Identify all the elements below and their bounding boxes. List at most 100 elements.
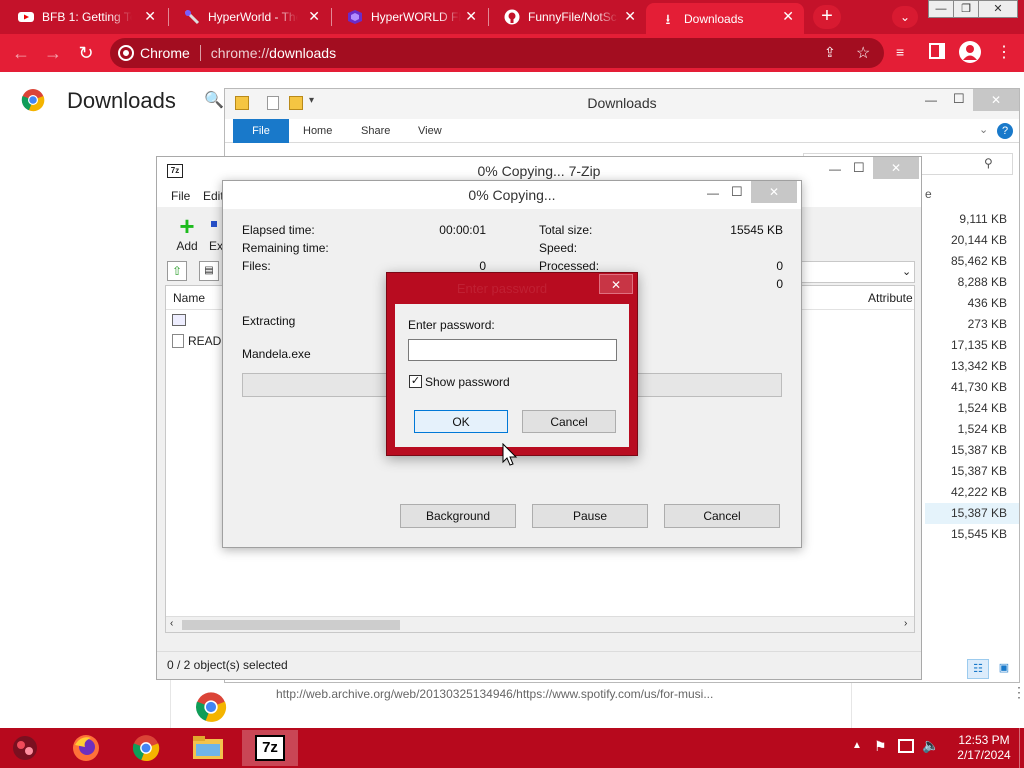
taskbar-7zip[interactable]: 7z (242, 730, 298, 766)
folder-list-icon[interactable]: ▤ (199, 261, 219, 281)
taskbar-chrome[interactable] (118, 730, 174, 766)
close-window-button[interactable]: ✕ (978, 0, 1018, 18)
volume-muted-icon[interactable]: 🔈 (922, 737, 939, 754)
size-column-header[interactable]: e (925, 187, 932, 201)
menu-file[interactable]: File (171, 189, 190, 203)
cancel-button[interactable]: Cancel (522, 410, 616, 433)
tab-share[interactable]: Share (361, 125, 390, 137)
search-icon[interactable]: 🔍 (204, 90, 224, 110)
extract-button[interactable]: Ext (209, 213, 223, 255)
large-icons-view-icon[interactable]: ▣ (993, 659, 1015, 679)
show-hidden-icons-chevron-icon[interactable]: ▲ (852, 740, 862, 751)
processed-label: Processed: (539, 259, 600, 273)
side-panel-icon[interactable] (929, 43, 945, 59)
size-cell: 17,135 KB (950, 338, 1007, 352)
taskbar-firefox[interactable] (58, 730, 114, 766)
scroll-right-icon[interactable]: › (904, 618, 907, 629)
ok-button[interactable]: OK (414, 410, 508, 433)
size-column: 9,111 KB 20,144 KB 85,462 KB 8,288 KB 43… (925, 209, 1019, 545)
cancel-button[interactable]: Cancel (664, 504, 780, 528)
ribbon-expand-chevron-icon[interactable]: ⌄ (979, 123, 988, 136)
column-attributes-header[interactable]: Attribute (868, 291, 913, 305)
column-name-header[interactable]: Name (173, 291, 205, 305)
status-bar: 0 / 2 object(s) selected (157, 651, 921, 679)
tab-bfb[interactable]: BFB 1: Getting Te ✕ (4, 3, 166, 31)
minimize-button[interactable]: — (829, 162, 841, 176)
add-button[interactable]: + Add (165, 213, 209, 255)
size-cell: 1,524 KB (957, 401, 1007, 415)
minimize-button[interactable]: — (707, 186, 719, 200)
action-label: Extracting (242, 314, 296, 328)
address-dropdown[interactable]: ⌄ (797, 261, 915, 283)
close-icon[interactable]: ✕ (624, 9, 636, 23)
reload-icon[interactable]: ↻ (75, 42, 97, 64)
maximize-button[interactable]: ☐ (731, 184, 743, 200)
tab-funnyfile[interactable]: FunnyFile/NotSca ✕ (490, 3, 646, 31)
site-chip: Chrome (140, 45, 190, 61)
download-source-link[interactable]: http://web.archive.org/web/2013032513494… (276, 687, 713, 701)
tab-separator (168, 8, 169, 26)
taskbar-file-explorer[interactable] (180, 730, 236, 766)
profile-avatar[interactable] (959, 41, 981, 63)
scroll-left-icon[interactable]: ‹ (170, 618, 173, 629)
forward-arrow-icon[interactable]: → (42, 42, 64, 64)
minimize-button[interactable]: — (928, 0, 954, 18)
tab-file[interactable]: File (233, 119, 289, 143)
help-icon[interactable]: ? (997, 123, 1013, 139)
close-icon[interactable]: ✕ (465, 9, 477, 23)
hyperworld-fe-icon (348, 10, 362, 24)
size-cell: 15,387 KB (950, 464, 1007, 478)
taskbar-clock[interactable]: 12:53 PM 2/17/2024 (950, 733, 1018, 763)
size-cell-selected: 15,387 KB (925, 503, 1019, 524)
new-tab-button[interactable]: + (813, 5, 841, 29)
background-button[interactable]: Background (400, 504, 516, 528)
show-password-label[interactable]: Show password (425, 375, 510, 389)
close-button[interactable]: ✕ (599, 274, 633, 294)
tab-hyperworld[interactable]: HyperWorld - The ✕ (170, 3, 330, 31)
menu-edit[interactable]: Edit (203, 189, 224, 203)
tab-downloads[interactable]: ⭳ Downloads ✕ (646, 3, 804, 34)
files-value: 0 (479, 259, 486, 273)
size-cell: 42,222 KB (950, 485, 1007, 499)
share-icon[interactable]: ⇪ (824, 44, 836, 61)
exe-file-icon[interactable] (172, 314, 186, 326)
tab-hyperworld-fe[interactable]: HyperWORLD FE ✕ (333, 3, 487, 31)
restore-button[interactable]: ❐ (953, 0, 979, 18)
bookmark-star-icon[interactable]: ☆ (856, 43, 870, 63)
text-file-icon[interactable] (172, 334, 184, 348)
close-icon[interactable]: ✕ (144, 9, 156, 23)
pause-button[interactable]: Pause (532, 504, 648, 528)
show-password-checkbox[interactable]: ✓ (409, 375, 422, 388)
maximize-button[interactable]: ☐ (853, 160, 865, 176)
start-orb-icon[interactable] (8, 732, 42, 764)
back-arrow-icon[interactable]: ← (10, 42, 32, 64)
close-icon[interactable]: ✕ (308, 9, 320, 23)
compressed-value: 0 (776, 277, 783, 291)
tab-search-chevron-icon[interactable]: ⌄ (892, 6, 918, 28)
minimize-button[interactable]: — (925, 93, 937, 107)
size-cell: 13,342 KB (950, 359, 1007, 373)
show-desktop-button[interactable] (1019, 728, 1024, 768)
tab-home[interactable]: Home (303, 125, 332, 137)
password-input[interactable] (408, 339, 617, 361)
close-button[interactable]: ✕ (751, 181, 797, 203)
close-icon[interactable]: ✕ (782, 9, 794, 23)
speed-label: Speed: (539, 241, 578, 255)
scroll-thumb[interactable] (182, 620, 400, 630)
address-bar[interactable]: Chrome chrome://downloads ⇪ ☆ (110, 38, 884, 68)
chrome-site-icon (118, 45, 134, 61)
close-button[interactable]: ✕ (873, 157, 919, 179)
tab-view[interactable]: View (418, 125, 442, 137)
maximize-button[interactable]: ☐ (953, 91, 965, 107)
omnibox-separator (199, 45, 201, 61)
action-center-flag-icon[interactable]: ⚑ (874, 738, 887, 755)
details-view-icon[interactable]: ☷ (967, 659, 989, 679)
tab-separator (331, 8, 332, 26)
horizontal-scrollbar[interactable]: ‹ › (166, 616, 914, 632)
more-options-icon[interactable]: ⋮ (1012, 684, 1024, 701)
kebab-menu-icon[interactable]: ⋮ (996, 42, 1012, 62)
close-button[interactable]: ✕ (973, 89, 1019, 111)
folder-up-icon[interactable]: ⇧ (167, 261, 187, 281)
reading-list-icon[interactable]: ≡ (896, 44, 904, 60)
network-icon[interactable] (898, 739, 914, 753)
